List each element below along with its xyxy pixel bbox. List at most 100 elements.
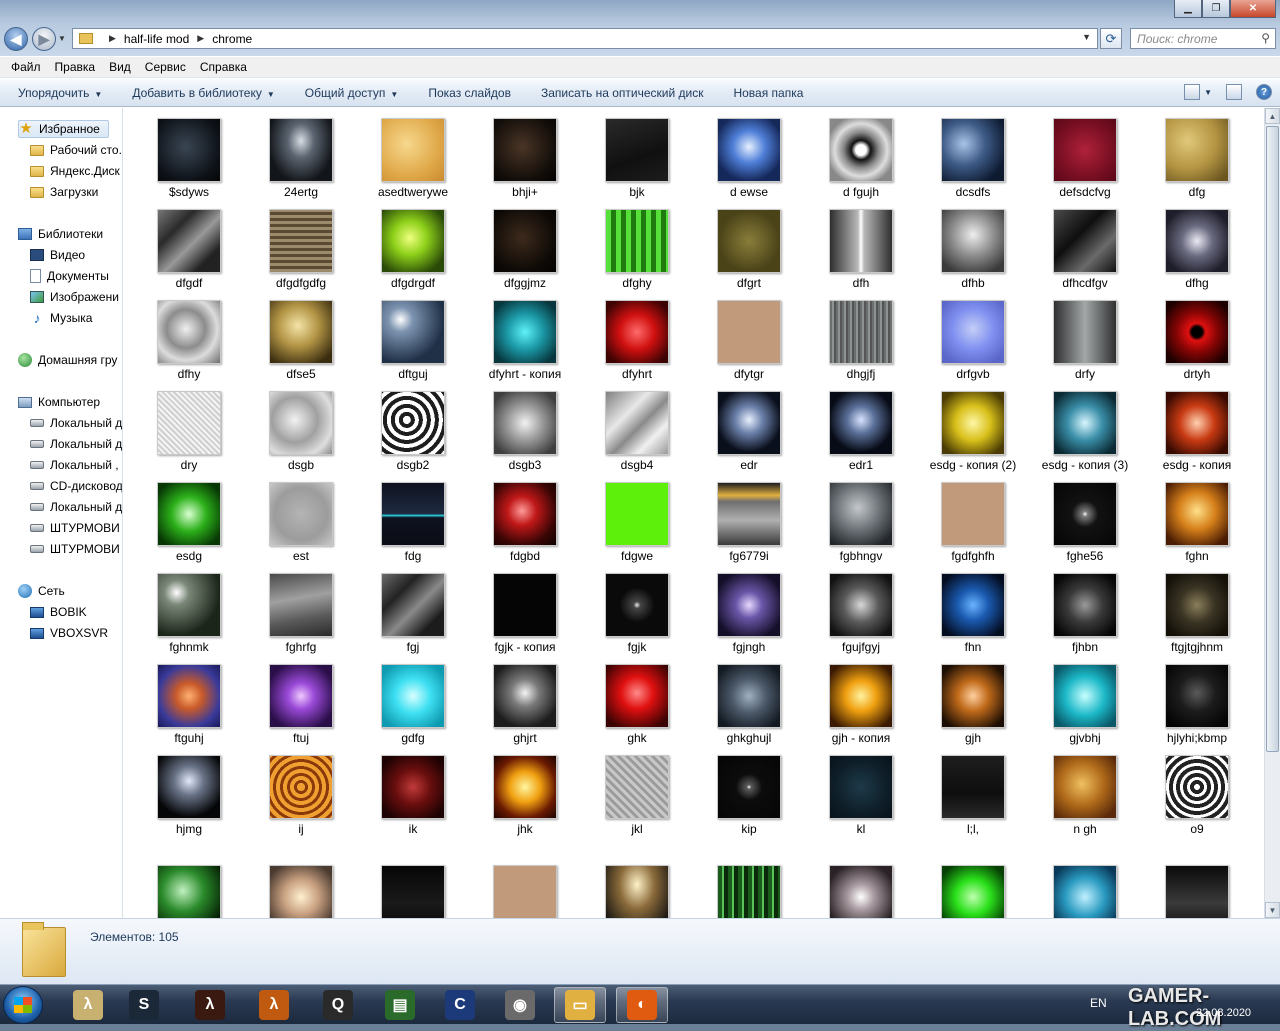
file-item[interactable]: fgjk <box>572 563 684 654</box>
file-item[interactable]: fdg <box>348 472 460 563</box>
slideshow-button[interactable]: Показ слайдов <box>413 86 526 100</box>
menu-view[interactable]: Вид <box>102 60 138 74</box>
file-item[interactable]: fghe56 <box>1020 472 1132 563</box>
change-view-icon[interactable] <box>1184 84 1201 100</box>
menu-help[interactable]: Справка <box>193 60 254 74</box>
file-item[interactable]: d ewse <box>684 108 796 199</box>
file-item[interactable]: fghnmk <box>124 563 236 654</box>
file-item[interactable]: dfse5 <box>236 290 348 381</box>
nav-item-folder[interactable]: Рабочий сто. <box>30 141 122 159</box>
nav-item-pc[interactable]: BOBIK <box>30 603 87 621</box>
file-item[interactable]: dfgdf <box>124 199 236 290</box>
chevron-right-icon[interactable]: ▶ <box>197 33 204 44</box>
menu-file[interactable]: Файл <box>4 60 48 74</box>
file-item[interactable]: fgjngh <box>684 563 796 654</box>
file-item[interactable]: fgbhngv <box>796 472 908 563</box>
nav-item-img[interactable]: Изображени <box>30 288 119 306</box>
scrollbar-thumb[interactable] <box>1266 126 1279 752</box>
file-item[interactable] <box>1020 855 1132 918</box>
nav-item-drive[interactable]: Локальный д <box>30 435 122 453</box>
file-item[interactable]: ftuj <box>236 654 348 745</box>
file-item[interactable] <box>460 855 572 918</box>
taskbar-app-explorer[interactable]: ▭ <box>554 987 606 1023</box>
file-item[interactable]: gjh <box>908 654 1020 745</box>
nav-item-home[interactable]: Домашняя гру <box>18 351 117 369</box>
file-item[interactable]: dfhg <box>1132 199 1244 290</box>
nav-item-drive[interactable]: Локальный д <box>30 498 122 516</box>
vertical-scrollbar[interactable]: ▲ ▼ <box>1264 108 1280 918</box>
file-item[interactable]: $sdyws <box>124 108 236 199</box>
file-item[interactable]: dfyhrt - копия <box>460 290 572 381</box>
nav-item-doc[interactable]: Документы <box>30 267 109 285</box>
nav-item-star[interactable]: ★ Избранное <box>18 120 109 138</box>
file-item[interactable]: bjk <box>572 108 684 199</box>
file-item[interactable]: bhji+ <box>460 108 572 199</box>
file-item[interactable]: dsgb4 <box>572 381 684 472</box>
file-item[interactable]: ghk <box>572 654 684 745</box>
file-item[interactable]: 24ertg <box>236 108 348 199</box>
nav-item-lib[interactable]: Библиотеки <box>18 225 103 243</box>
taskbar-app-half-life[interactable]: λ <box>248 987 300 1023</box>
file-item[interactable]: asedtwerywe <box>348 108 460 199</box>
file-item[interactable]: dcsdfs <box>908 108 1020 199</box>
close-button[interactable]: ✕ <box>1230 0 1276 18</box>
file-item[interactable]: edr1 <box>796 381 908 472</box>
file-item[interactable]: ftgjtgjhnm <box>1132 563 1244 654</box>
taskbar-app-half-life-mv[interactable]: λ <box>184 987 236 1023</box>
organize-button[interactable]: Упорядочить ▼ <box>0 86 117 100</box>
file-item[interactable]: esdg - копия <box>1132 381 1244 472</box>
file-item[interactable]: n gh <box>1020 745 1132 836</box>
nav-item-comp[interactable]: Компьютер <box>18 393 100 411</box>
scroll-down-arrow[interactable]: ▼ <box>1265 902 1280 918</box>
menu-tools[interactable]: Сервис <box>138 60 193 74</box>
file-item[interactable]: dfytgr <box>684 290 796 381</box>
chevron-down-icon[interactable]: ▼ <box>1082 32 1091 42</box>
help-icon[interactable]: ? <box>1256 84 1272 100</box>
nav-item-drive[interactable]: ШТУРМОВИ <box>30 519 120 537</box>
file-item[interactable]: gjvbhj <box>1020 654 1132 745</box>
taskbar-app-firefox[interactable]: ◐ <box>616 987 668 1023</box>
file-item[interactable]: fghrfg <box>236 563 348 654</box>
file-item[interactable]: dfgrt <box>684 199 796 290</box>
file-item[interactable]: jhk <box>460 745 572 836</box>
file-item[interactable]: dfhb <box>908 199 1020 290</box>
file-item[interactable]: dsgb3 <box>460 381 572 472</box>
file-item[interactable]: dfg <box>1132 108 1244 199</box>
add-to-library-button[interactable]: Добавить в библиотеку ▼ <box>117 86 289 100</box>
file-item[interactable]: jkl <box>572 745 684 836</box>
file-item[interactable]: dfggjmz <box>460 199 572 290</box>
taskbar-app-steam[interactable]: S <box>118 987 170 1023</box>
file-item[interactable]: fgj <box>348 563 460 654</box>
file-item[interactable]: drtyh <box>1132 290 1244 381</box>
taskbar-app-terminal[interactable]: ▤ <box>374 987 426 1023</box>
nav-item-drive[interactable]: Локальный д <box>30 414 122 432</box>
file-item[interactable]: d fgujh <box>796 108 908 199</box>
file-item[interactable]: fgujfgyj <box>796 563 908 654</box>
file-item[interactable]: fgdfghfh <box>908 472 1020 563</box>
file-item[interactable]: esdg - копия (3) <box>1020 381 1132 472</box>
file-item[interactable]: hjlyhi;kbmp <box>1132 654 1244 745</box>
file-item[interactable]: l;l, <box>908 745 1020 836</box>
burn-button[interactable]: Записать на оптический диск <box>526 86 719 100</box>
file-item[interactable]: defsdcfvg <box>1020 108 1132 199</box>
file-item[interactable]: ik <box>348 745 460 836</box>
file-item[interactable]: esdg <box>124 472 236 563</box>
file-item[interactable]: fghn <box>1132 472 1244 563</box>
nav-item-folder[interactable]: Загрузки <box>30 183 98 201</box>
taskbar-app-cinema4d[interactable]: C <box>434 987 486 1023</box>
file-item[interactable]: drfgvb <box>908 290 1020 381</box>
file-item[interactable] <box>796 855 908 918</box>
file-item[interactable]: fdgwe <box>572 472 684 563</box>
file-item[interactable] <box>572 855 684 918</box>
minimize-button[interactable]: ▁ <box>1174 0 1202 18</box>
file-item[interactable]: fdgbd <box>460 472 572 563</box>
file-item[interactable] <box>1132 855 1244 918</box>
nav-item-net[interactable]: Сеть <box>18 582 65 600</box>
language-indicator[interactable]: EN <box>1090 996 1107 1010</box>
clock-date[interactable]: 22.08.2020 <box>1196 1007 1251 1019</box>
file-item[interactable]: fjhbn <box>1020 563 1132 654</box>
nav-item-video[interactable]: Видео <box>30 246 85 264</box>
taskbar-app-reel[interactable]: ◉ <box>494 987 546 1023</box>
recent-pages-dropdown[interactable]: ▼ <box>58 34 66 43</box>
scroll-up-arrow[interactable]: ▲ <box>1265 108 1280 124</box>
